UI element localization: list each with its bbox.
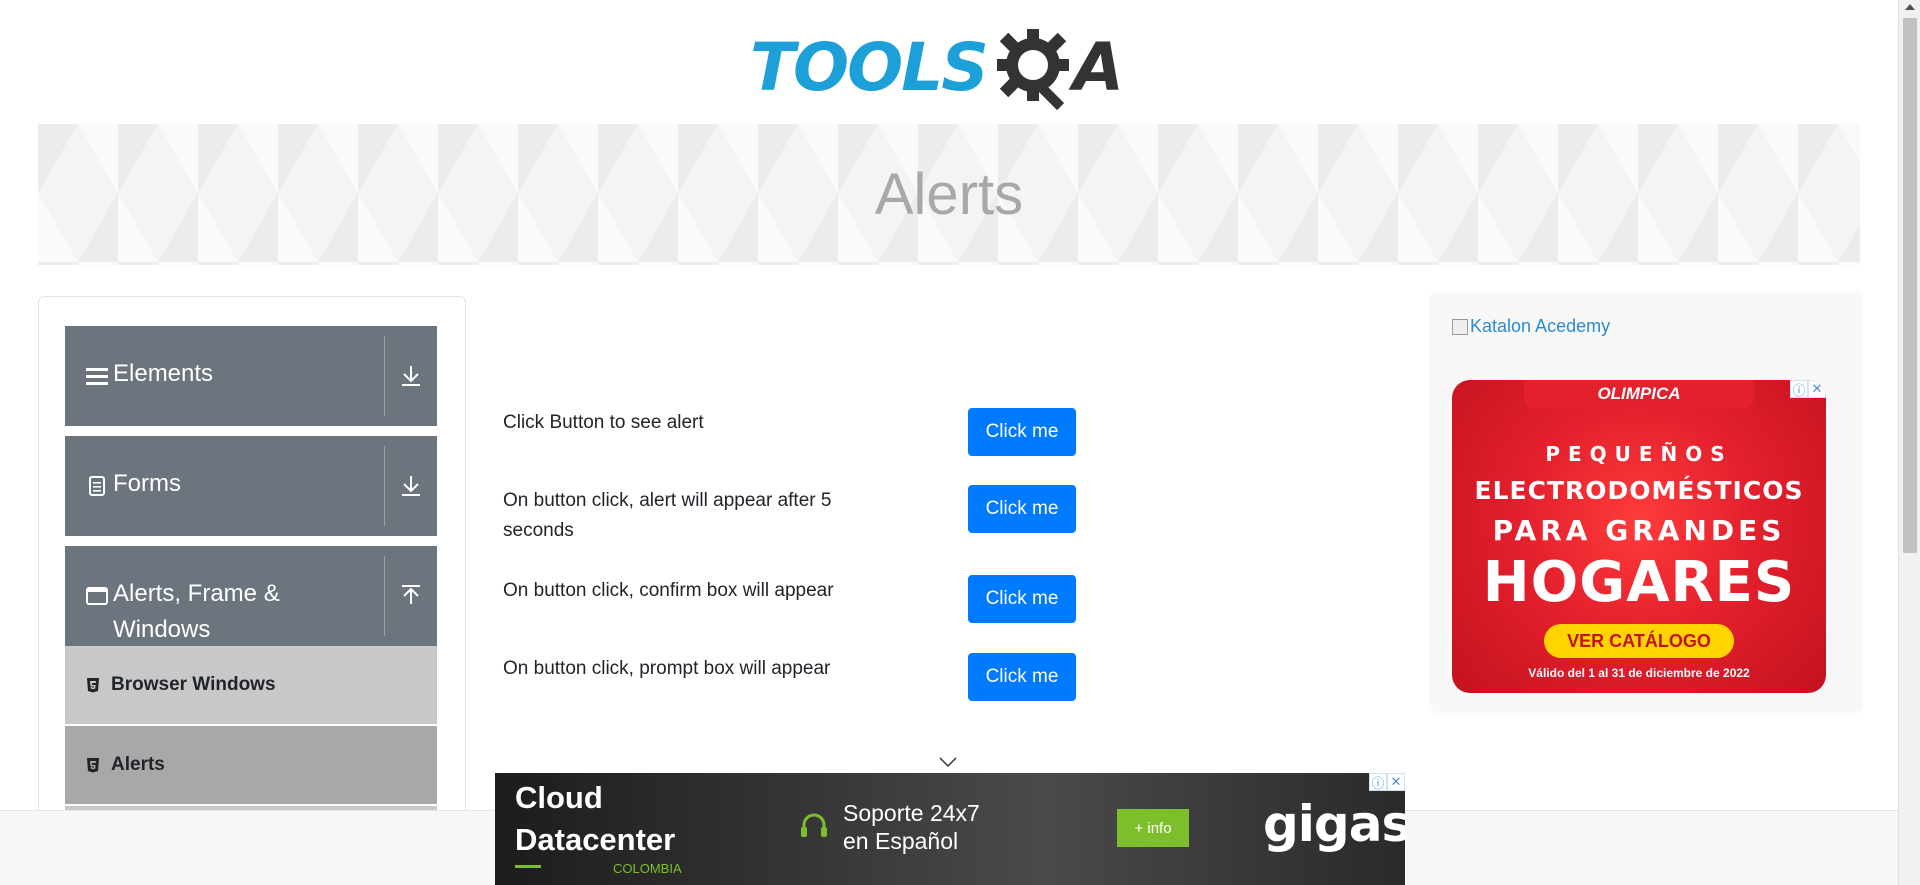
sidebar-item-label: Alerts bbox=[111, 754, 165, 775]
ad-line-4: HOGARES bbox=[1482, 550, 1796, 615]
sidebar-group-forms[interactable]: Forms bbox=[65, 436, 437, 536]
katalon-academy-link[interactable]: Katalon Acedemy bbox=[1452, 316, 1610, 337]
headset-icon bbox=[799, 813, 829, 846]
logo-text: TOOLS bbox=[750, 29, 989, 106]
ad-close-icon[interactable]: ✕ bbox=[1808, 380, 1826, 398]
sidebar-item-alerts[interactable]: Alerts bbox=[65, 726, 437, 804]
page-scrollbar[interactable] bbox=[1898, 0, 1920, 885]
alert-row-label: Click Button to see alert bbox=[503, 412, 704, 433]
left-sidebar: Elements Forms Alerts, Frame & Windows B… bbox=[38, 296, 466, 885]
ad-brand-logo: gigas bbox=[1263, 795, 1405, 853]
scroll-thumb[interactable] bbox=[1903, 18, 1917, 553]
ad-title-line-2: Datacenter bbox=[515, 822, 676, 857]
broken-image-icon bbox=[1452, 318, 1468, 335]
olimpica-ad-banner[interactable]: OLIMPICA ⓘ ✕ PEQUEÑOS ELECTRODOMÉSTICOS … bbox=[1452, 380, 1826, 693]
ad-support-text: Soporte 24x7 en Español bbox=[843, 799, 980, 855]
logo-gear-icon bbox=[993, 25, 1079, 111]
ad-info-icon[interactable]: ⓘ bbox=[1369, 773, 1387, 791]
ad-accent-bar bbox=[515, 865, 541, 868]
document-icon bbox=[85, 474, 109, 498]
ad-cta-button[interactable]: VER CATÁLOGO bbox=[1544, 624, 1734, 658]
sidebar-item-label: Browser Windows bbox=[111, 674, 276, 695]
ad-title-line-1: Cloud bbox=[515, 780, 603, 815]
prompt-row-label: On button click, prompt box will appear bbox=[503, 658, 831, 679]
chevron-down-icon[interactable] bbox=[938, 755, 958, 773]
ad-controls: ⓘ ✕ bbox=[1369, 773, 1405, 791]
ad-support-line-2: en Español bbox=[843, 828, 959, 854]
sidebar-group-label: Forms bbox=[113, 470, 181, 497]
timer-alert-button[interactable]: Click me bbox=[968, 485, 1076, 533]
html5-icon bbox=[85, 677, 101, 693]
page-banner: Alerts bbox=[38, 124, 1860, 265]
sidebar-group-elements[interactable]: Elements bbox=[65, 326, 437, 426]
upload-icon[interactable] bbox=[385, 546, 437, 646]
ad-line-3: PARA GRANDES bbox=[1492, 514, 1786, 547]
page-title: Alerts bbox=[874, 162, 1024, 227]
ad-controls: ⓘ ✕ bbox=[1790, 380, 1826, 398]
ad-brand-bar: OLIMPICA bbox=[1524, 380, 1754, 408]
ad-line-1: PEQUEÑOS bbox=[1545, 442, 1733, 466]
toolsqa-logo[interactable]: TOOLS A bbox=[750, 20, 1150, 115]
sidebar-group-alerts-frame-windows[interactable]: Alerts, Frame & Windows bbox=[65, 546, 437, 646]
ad-close-icon[interactable]: ✕ bbox=[1387, 773, 1405, 791]
ad-brand: OLIMPICA bbox=[1597, 384, 1681, 403]
menu-icon bbox=[85, 364, 109, 388]
logo-letter: A bbox=[1072, 29, 1124, 106]
ad-title: Cloud Datacenter bbox=[515, 777, 675, 861]
katalon-link-text: Katalon Acedemy bbox=[1470, 316, 1611, 336]
ad-support-line-1: Soporte 24x7 bbox=[843, 800, 980, 826]
sidebar-group-label: Alerts, Frame & Windows bbox=[113, 580, 280, 643]
download-icon[interactable] bbox=[385, 326, 437, 426]
alert-button[interactable]: Click me bbox=[968, 408, 1076, 456]
ad-info-icon[interactable]: ⓘ bbox=[1790, 380, 1808, 398]
download-icon[interactable] bbox=[385, 436, 437, 536]
ad-info-button[interactable]: + info bbox=[1117, 809, 1189, 847]
window-icon bbox=[85, 584, 109, 608]
sidebar-item-browser-windows[interactable]: Browser Windows bbox=[65, 646, 437, 724]
confirm-row-label: On button click, confirm box will appear bbox=[503, 580, 834, 601]
sidebar-group-label: Elements bbox=[113, 360, 214, 387]
prompt-button[interactable]: Click me bbox=[968, 653, 1076, 701]
ad-footnote: Válido del 1 al 31 de diciembre de 2022 bbox=[1528, 666, 1750, 680]
bottom-advertisement[interactable]: Cloud Datacenter COLOMBIA Soporte 24x7 e… bbox=[495, 773, 1405, 885]
ad-line-2: ELECTRODOMÉSTICOS bbox=[1474, 476, 1804, 505]
scroll-up-icon[interactable] bbox=[1905, 4, 1915, 10]
confirm-button[interactable]: Click me bbox=[968, 575, 1076, 623]
ad-country: COLOMBIA bbox=[613, 861, 682, 876]
right-advertisement: Katalon Acedemy OLIMPICA ⓘ ✕ PEQUEÑOS EL… bbox=[1432, 294, 1860, 710]
html5-icon bbox=[85, 757, 101, 773]
page: TOOLS A Alerts Elements Forms Alerts, Fr… bbox=[0, 0, 1898, 885]
timer-alert-row-label: On button click, alert will appear after… bbox=[503, 490, 832, 541]
